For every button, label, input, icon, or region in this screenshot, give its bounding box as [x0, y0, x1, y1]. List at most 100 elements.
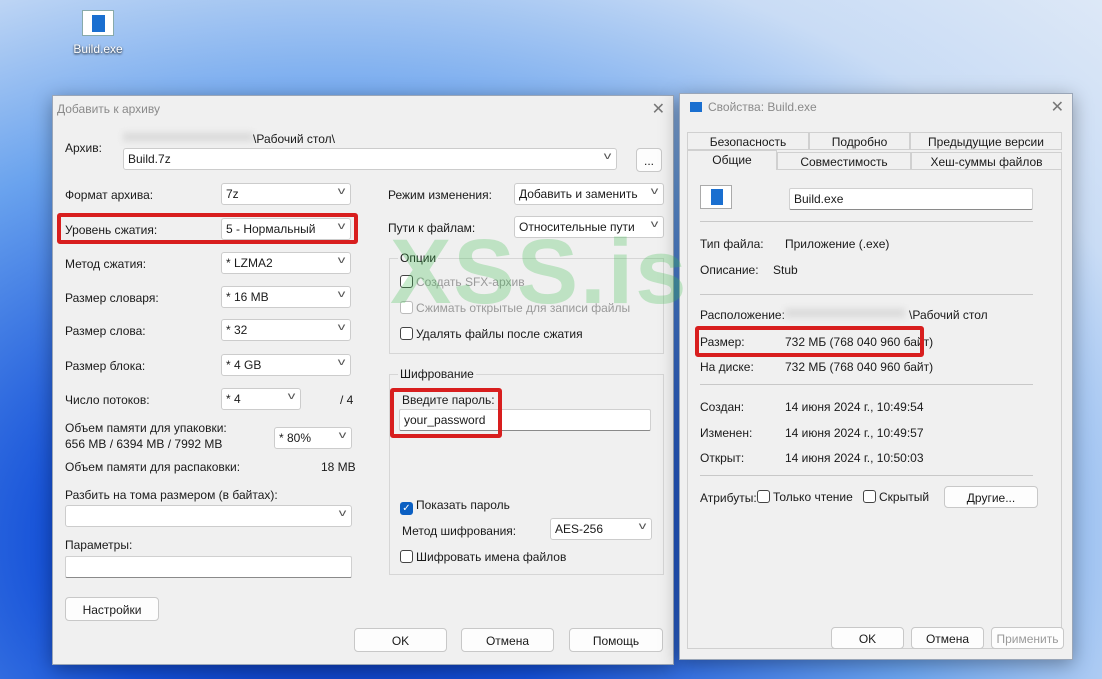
tab-general[interactable]: Общие — [687, 150, 777, 170]
show-password-label: Показать пароль — [416, 498, 510, 512]
method-label: Метод сжатия: — [65, 257, 147, 271]
options-label: Опции — [398, 251, 439, 265]
file-name-input[interactable]: Build.exe — [789, 188, 1033, 210]
disk-value: 732 МБ (768 040 960 байт) — [785, 360, 934, 374]
checkmark-icon: ✓ — [400, 502, 413, 515]
dict-value: * 16 MB — [226, 290, 269, 304]
created-value: 14 июня 2024 г., 10:49:54 — [785, 400, 924, 414]
show-password-checkbox[interactable]: ✓ Показать пароль — [400, 498, 510, 515]
app-icon — [690, 102, 702, 112]
hidden-checkbox[interactable]: Скрытый — [863, 490, 929, 504]
opened-label: Открыт: — [700, 451, 745, 465]
desktop-icon-build-exe[interactable]: Build.exe — [68, 10, 128, 56]
tab-security[interactable]: Безопасность — [687, 132, 809, 150]
word-label: Размер слова: — [65, 324, 146, 338]
chevron-down-icon: v — [338, 430, 347, 441]
delete-after-checkbox[interactable]: Удалять файлы после сжатия — [400, 327, 583, 341]
chevron-down-icon: v — [287, 391, 296, 402]
archive-name-value: Build.7z — [128, 152, 171, 166]
mem-pack-select[interactable]: * 80% v — [274, 427, 352, 449]
blurred-path — [785, 308, 905, 318]
type-value: Приложение (.exe) — [785, 237, 890, 251]
other-attributes-button[interactable]: Другие... — [944, 486, 1038, 508]
chevron-down-icon: v — [603, 151, 612, 162]
chevron-down-icon: v — [338, 508, 347, 519]
ok-button[interactable]: OK — [831, 627, 904, 649]
format-select[interactable]: 7z v — [221, 183, 351, 205]
highlight-box-size — [695, 326, 924, 357]
checkbox-icon — [400, 301, 413, 314]
disk-label: На диске: — [700, 360, 754, 374]
archive-label: Архив: — [65, 141, 102, 155]
readonly-checkbox[interactable]: Только чтение — [757, 490, 853, 504]
opened-value: 14 июня 2024 г., 10:50:03 — [785, 451, 924, 465]
threads-select[interactable]: * 4 v — [221, 388, 301, 410]
checkbox-icon — [863, 490, 876, 503]
cancel-button[interactable]: Отмена — [461, 628, 554, 652]
apply-button[interactable]: Применить — [991, 627, 1064, 649]
mem-unpack-label: Объем памяти для распаковки: — [65, 460, 241, 474]
dialog-title: Добавить к архиву — [57, 102, 160, 116]
highlight-box-password — [390, 388, 502, 438]
desc-value: Stub — [773, 263, 798, 277]
archive-name-combo[interactable]: Build.7z v — [123, 148, 617, 170]
params-label: Параметры: — [65, 538, 133, 552]
browse-button[interactable]: ... — [636, 148, 662, 172]
options-group: Опции Создать SFX-архив Сжимать открытые… — [389, 251, 664, 354]
threads-label: Число потоков: — [65, 393, 150, 407]
shared-files-label: Сжимать открытые для записи файлы — [416, 301, 631, 315]
sfx-label: Создать SFX-архив — [416, 275, 525, 289]
encrypt-names-label: Шифровать имена файлов — [416, 550, 567, 564]
tab-compatibility[interactable]: Совместимость — [777, 152, 911, 170]
divider — [700, 221, 1033, 222]
chevron-down-icon: v — [337, 255, 346, 266]
word-select[interactable]: * 32 v — [221, 319, 351, 341]
desc-label: Описание: — [700, 263, 759, 277]
chevron-down-icon: v — [337, 186, 346, 197]
update-mode-select[interactable]: Добавить и заменить v — [514, 183, 664, 205]
exe-file-icon — [700, 185, 732, 209]
modified-label: Изменен: — [700, 426, 753, 440]
split-combo[interactable]: v — [65, 505, 352, 527]
dict-select[interactable]: * 16 MB v — [221, 286, 351, 308]
close-icon[interactable]: ✕ — [1051, 97, 1064, 117]
archive-path: \Рабочий стол\ — [253, 132, 335, 146]
block-value: * 4 GB — [226, 358, 262, 372]
divider — [700, 384, 1033, 385]
hidden-label: Скрытый — [879, 490, 930, 504]
properties-dialog: Свойства: Build.exe ✕ Безопасность Подроб… — [679, 93, 1073, 660]
block-select[interactable]: * 4 GB v — [221, 354, 351, 376]
chevron-down-icon: v — [337, 322, 346, 333]
mem-pack-percent: * 80% — [279, 431, 312, 445]
checkbox-icon — [757, 490, 770, 503]
sfx-checkbox[interactable]: Создать SFX-архив — [400, 275, 525, 289]
params-input[interactable] — [65, 556, 352, 578]
settings-button[interactable]: Настройки — [65, 597, 159, 621]
chevron-down-icon: v — [337, 289, 346, 300]
enc-method-select[interactable]: AES-256 v — [550, 518, 652, 540]
highlight-box-level — [57, 213, 358, 244]
shared-files-checkbox[interactable]: Сжимать открытые для записи файлы — [400, 301, 630, 315]
blurred-path — [123, 132, 253, 142]
ok-button[interactable]: OK — [354, 628, 447, 652]
tab-file-hashes[interactable]: Хеш-суммы файлов — [911, 152, 1062, 170]
exe-file-icon — [82, 10, 114, 36]
method-select[interactable]: * LZMA2 v — [221, 252, 351, 274]
divider — [700, 475, 1033, 476]
encrypt-names-checkbox[interactable]: Шифровать имена файлов — [400, 550, 566, 564]
chevron-down-icon: v — [337, 357, 346, 368]
paths-select[interactable]: Относительные пути v — [514, 216, 664, 238]
format-value: 7z — [226, 187, 239, 201]
checkbox-icon — [400, 550, 413, 563]
readonly-label: Только чтение — [773, 490, 853, 504]
threads-max: / 4 — [340, 393, 354, 407]
tab-details[interactable]: Подробно — [809, 132, 910, 150]
chevron-down-icon: v — [650, 186, 659, 197]
help-button[interactable]: Помощь — [569, 628, 663, 652]
tab-previous-versions[interactable]: Предыдущие версии — [910, 132, 1062, 150]
encryption-label: Шифрование — [398, 367, 476, 381]
cancel-button[interactable]: Отмена — [911, 627, 984, 649]
attributes-label: Атрибуты: — [700, 491, 757, 505]
close-icon[interactable]: ✕ — [652, 99, 665, 119]
mem-pack-label: Объем памяти для упаковки: — [65, 421, 227, 435]
